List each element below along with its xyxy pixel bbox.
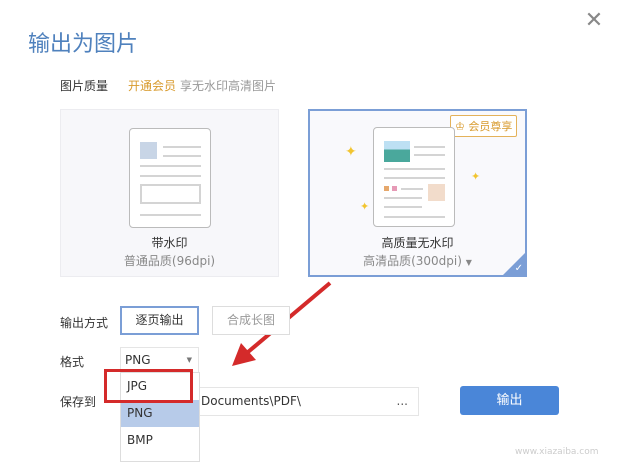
export-button[interactable]: 输出: [460, 386, 559, 415]
output-mode-label: 输出方式: [60, 316, 109, 330]
save-label: 保存到: [60, 395, 97, 409]
site-watermark: www.xiazaiba.com: [515, 447, 599, 457]
mode-long-image-button[interactable]: 合成长图: [212, 306, 290, 335]
browse-button[interactable]: ...: [397, 388, 408, 415]
format-label: 格式: [60, 355, 85, 369]
mode-per-page-button[interactable]: 逐页输出: [120, 306, 199, 335]
save-path-input[interactable]: Documents\PDF\ ...: [195, 387, 419, 416]
format-option-bmp[interactable]: BMP: [121, 427, 199, 454]
format-option-png[interactable]: PNG: [121, 400, 199, 427]
annotation-highlight-box: [104, 369, 193, 403]
